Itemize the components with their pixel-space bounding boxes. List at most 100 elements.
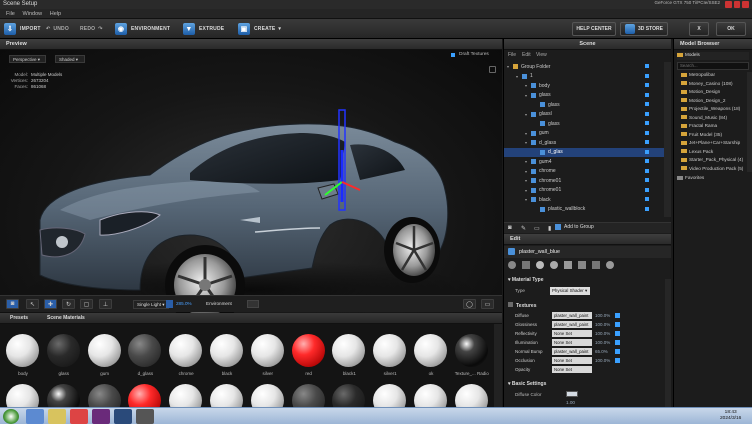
materials-scrollbar[interactable] [494, 324, 502, 407]
menu-help[interactable]: Help [50, 11, 61, 17]
texture-map-slot[interactable]: None Set [552, 366, 592, 373]
texture-icon[interactable] [578, 261, 586, 269]
visibility-checkbox[interactable] [645, 102, 649, 106]
taskbar-app-ie[interactable] [26, 409, 44, 424]
visibility-checkbox[interactable] [645, 73, 649, 78]
material-sphere[interactable] [250, 334, 284, 367]
favorites-item[interactable]: Favorites [677, 175, 749, 183]
model-category-item[interactable]: Fruit Model (35) [677, 132, 752, 141]
environment-button[interactable]: ◉ ENVIRONMENT [115, 22, 170, 36]
model-category-item[interactable]: Motion_Design [677, 89, 752, 98]
texture-enable-checkbox[interactable] [615, 349, 620, 354]
texture-strength-value[interactable]: 100.0% [595, 313, 610, 318]
texture-enable-checkbox[interactable] [615, 313, 620, 318]
material-sphere[interactable] [128, 334, 162, 367]
select-icon[interactable]: ↖ [26, 299, 39, 309]
scene-tree-item[interactable]: ▾ gum [504, 129, 664, 138]
texture-strength-value[interactable]: 100.0% [595, 358, 610, 363]
material-sphere[interactable] [87, 334, 121, 367]
visibility-checkbox[interactable] [645, 187, 649, 192]
textures-check-icon[interactable] [508, 302, 513, 307]
texture-strength-value[interactable]: 65.0% [595, 349, 608, 354]
diffuse-color-swatch[interactable] [566, 391, 578, 397]
visibility-checkbox[interactable] [645, 64, 649, 68]
model-category-item[interactable]: Starter_Pack_Physical (4) [677, 157, 752, 166]
scene-tree-item[interactable]: ▾ 1 [504, 72, 664, 81]
extrude-button[interactable]: ▼ EXTRUDE [183, 22, 224, 36]
basic-collapse-icon[interactable]: ▾ [508, 381, 511, 387]
scene-menu-file[interactable]: File [508, 52, 516, 58]
material-sphere[interactable] [373, 334, 407, 367]
scene-tree-item[interactable]: ▾ glass [504, 91, 664, 100]
scene-tree-item[interactable]: ▾ chrome01 [504, 176, 664, 185]
visibility-checkbox[interactable] [645, 121, 649, 125]
zoom-value[interactable]: 285.0% [176, 301, 192, 306]
render-sphere-icon[interactable]: ◯ [463, 299, 476, 309]
model-category-item[interactable]: Money_Casino (108) [677, 81, 752, 90]
material-sphere[interactable] [46, 334, 80, 367]
move-icon[interactable]: ✚ [44, 299, 57, 309]
sun-icon[interactable] [550, 261, 558, 269]
model-category-item[interactable]: Video Production Pack (5) [677, 166, 752, 175]
menu-file[interactable]: File [6, 11, 15, 17]
tab-scene-materials[interactable]: Scene Materials [47, 315, 85, 321]
add-to-group-button[interactable]: Add to Group [555, 224, 594, 230]
browser-scrollbar[interactable] [747, 72, 752, 172]
tab-presets[interactable]: Presets [10, 315, 28, 321]
screen-icon[interactable]: ▭ [481, 299, 494, 309]
model-category-item[interactable]: Sound_Music (84) [677, 115, 752, 124]
light-dropdown[interactable]: Single Light ▾ [133, 300, 169, 309]
layers-icon[interactable] [564, 261, 572, 269]
model-category-item[interactable]: Lexus Pack [677, 149, 752, 158]
shader-type-dropdown[interactable]: Physical Shader ▾ [550, 287, 590, 295]
close-window-icon[interactable] [742, 1, 750, 8]
redo-button[interactable]: REDO ↷ [80, 22, 103, 36]
undo-button[interactable]: ↶ UNDO [46, 22, 69, 36]
texture-enable-checkbox[interactable] [615, 331, 620, 336]
environment-toggle[interactable] [247, 300, 259, 308]
taskbar-app-player[interactable] [70, 409, 88, 424]
rotate-icon[interactable]: ↻ [62, 299, 75, 309]
scene-tree-item[interactable]: ▾ body [504, 81, 664, 90]
material-sphere[interactable] [210, 334, 243, 367]
scene-tree-item[interactable]: glass [504, 119, 664, 128]
texture-enable-checkbox[interactable] [615, 340, 620, 345]
grid-icon[interactable] [592, 261, 600, 269]
texture-enable-checkbox[interactable] [615, 358, 620, 363]
store-button[interactable]: 3D STORE [620, 22, 668, 36]
scene-tree-item[interactable]: d_glas [504, 147, 664, 157]
help-center-button[interactable]: HELP CENTER [572, 22, 616, 36]
model-category-item[interactable]: Metropolibar [677, 72, 752, 81]
scene-tree-item[interactable]: ▾ glassl [504, 110, 664, 119]
texture-enable-checkbox[interactable] [615, 322, 620, 327]
settings-gear-icon[interactable] [606, 261, 614, 269]
visibility-checkbox[interactable] [645, 168, 649, 173]
scene-tree-item[interactable]: glass [504, 100, 664, 109]
visibility-checkbox[interactable] [645, 149, 649, 154]
camera-small-icon[interactable]: ◙ [508, 225, 512, 231]
zoom-icon[interactable] [166, 300, 173, 308]
scene-tree-item[interactable]: ▾ d_glass [504, 138, 664, 147]
texture-map-slot[interactable]: plaster_wall_paint [552, 348, 592, 355]
visibility-checkbox[interactable] [645, 159, 649, 163]
texture-strength-value[interactable]: 100.0% [595, 322, 610, 327]
camera-icon[interactable]: ◙ [6, 299, 19, 309]
texture-map-slot[interactable]: plaster_wall_paint [552, 321, 592, 328]
model-category-item[interactable]: Motion_Design_2 [677, 98, 752, 107]
model-search-input[interactable]: Search... [677, 62, 749, 70]
scale-icon[interactable]: ▢ [80, 299, 93, 309]
minimize-icon[interactable] [725, 1, 732, 8]
image-icon[interactable] [522, 261, 530, 269]
scene-tree-item[interactable]: ▾ chrome01 [504, 186, 664, 195]
shader-icon[interactable] [508, 261, 516, 269]
cancel-x-button[interactable]: X [689, 22, 709, 36]
maximize-icon[interactable] [733, 1, 741, 8]
material-sphere[interactable] [454, 334, 488, 367]
menu-window[interactable]: Window [23, 11, 43, 17]
visibility-checkbox[interactable] [645, 197, 649, 201]
scene-menu-edit[interactable]: Edit [522, 52, 531, 58]
visibility-checkbox[interactable] [645, 140, 649, 144]
scene-tree-item[interactable]: plastic_wallblock [504, 205, 664, 214]
folder-icon[interactable]: ▭ [534, 225, 540, 232]
texture-map-slot[interactable]: None Set [552, 339, 592, 346]
